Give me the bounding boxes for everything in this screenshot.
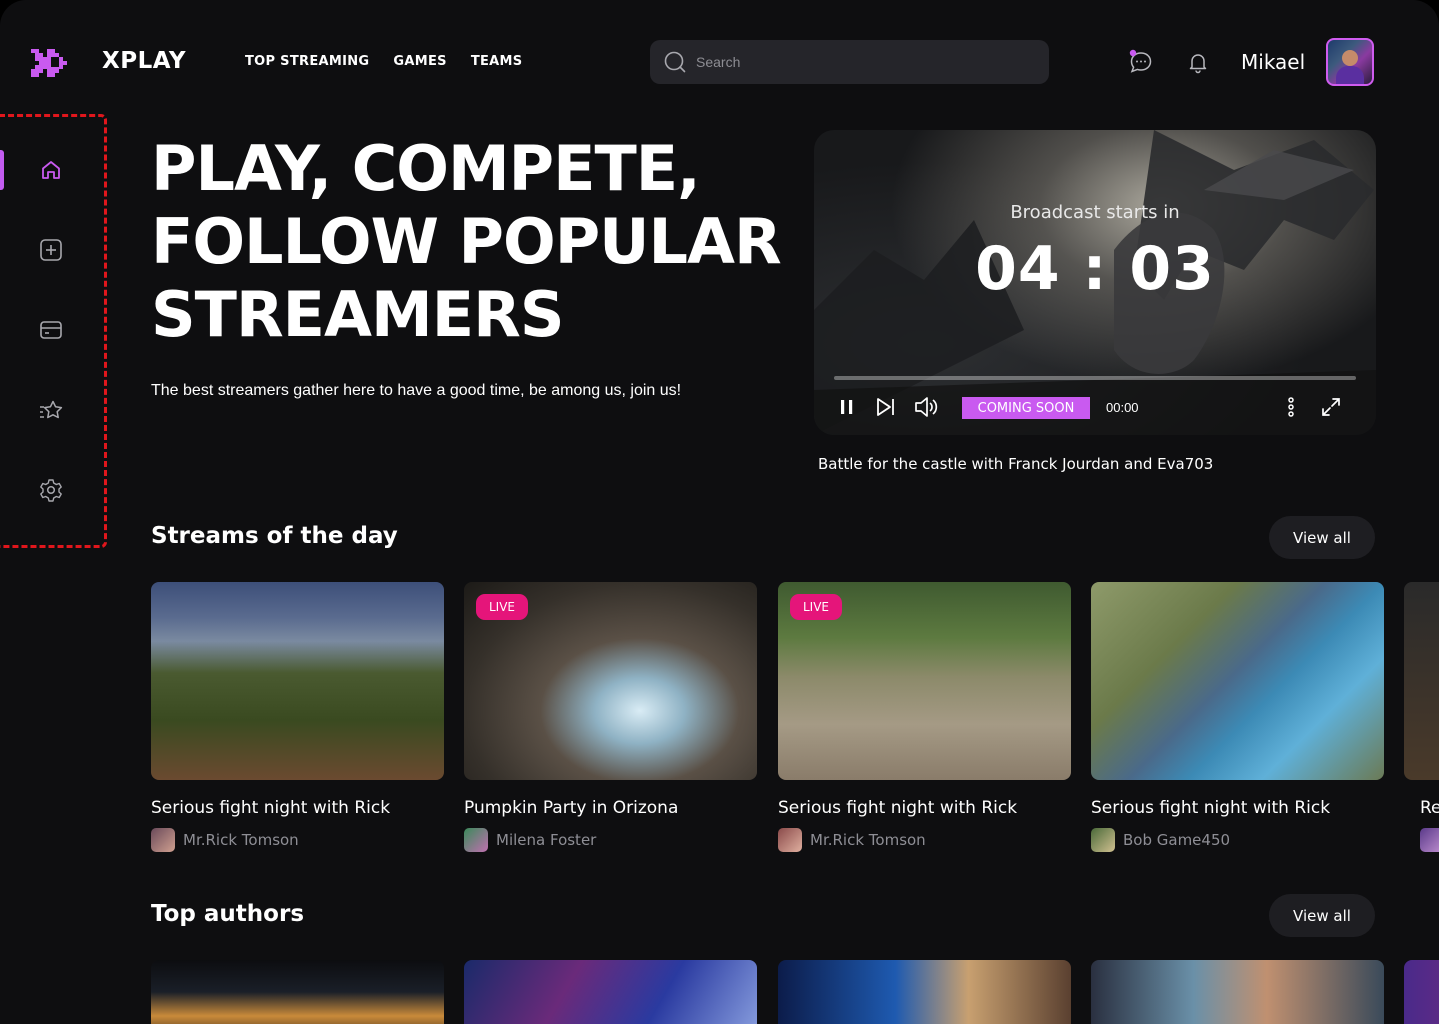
skip-next-icon (877, 398, 894, 416)
stream-author[interactable]: Mr.Rick Tomson (778, 828, 1071, 852)
stream-card[interactable]: LIVE Pumpkin Party in Orizona Milena Fos… (464, 582, 757, 852)
streams-section-title: Streams of the day (151, 523, 398, 549)
author-card[interactable] (464, 960, 757, 1024)
nav-games[interactable]: GAMES (393, 54, 446, 69)
stream-author[interactable]: Mr.Rick Tomson (151, 828, 444, 852)
brand-name[interactable]: XPLAY (102, 48, 186, 74)
author-name: Mr.Rick Tomson (183, 831, 299, 849)
stream-thumbnail[interactable]: LIVE (778, 582, 1071, 780)
sidebar-item-favorites[interactable] (34, 393, 68, 427)
author-avatar (778, 828, 802, 852)
xplay-logo-icon[interactable] (31, 45, 71, 79)
nav-teams[interactable]: TEAMS (471, 54, 523, 69)
volume-button[interactable] (914, 394, 940, 420)
author-name: Bob Game450 (1123, 831, 1231, 849)
notifications-button[interactable] (1184, 48, 1212, 76)
hero-subtitle: The best streamers gather here to have a… (151, 382, 682, 399)
more-options-button[interactable] (1280, 394, 1302, 420)
card-icon (40, 321, 62, 339)
stream-thumbnail[interactable] (151, 582, 444, 780)
user-avatar[interactable] (1326, 38, 1374, 86)
progress-bar[interactable] (834, 376, 1356, 380)
stream-card[interactable]: LIVE Serious fight night with Rick Mr.Ri… (778, 582, 1071, 852)
hero-title: PLAY, COMPETE, FOLLOW POPULAR STREAMERS (151, 132, 782, 351)
player-caption[interactable]: Battle for the castle with Franck Jourda… (818, 455, 1213, 473)
broadcast-label: Broadcast starts in (1010, 202, 1180, 223)
user-name[interactable]: Mikael (1241, 50, 1305, 74)
author-avatar (151, 828, 175, 852)
stream-title[interactable]: Serious fight night with Rick (151, 798, 444, 818)
search-input[interactable] (696, 54, 1016, 70)
author-avatar (1091, 828, 1115, 852)
streams-view-all-button[interactable]: View all (1269, 516, 1375, 559)
volume-icon (915, 397, 938, 417)
chat-icon (1129, 49, 1152, 73)
author-avatar (1420, 828, 1439, 852)
author-name: Mr.Rick Tomson (810, 831, 926, 849)
stream-card[interactable]: Serious fight night with Rick Mr.Rick To… (151, 582, 444, 852)
next-button[interactable] (874, 394, 898, 420)
nav-top-streaming[interactable]: TOP STREAMING (245, 54, 369, 69)
sidebar-item-settings[interactable] (34, 473, 68, 507)
author-card[interactable] (1404, 960, 1439, 1024)
video-player[interactable]: Broadcast starts in 04 : 03 COMING SOON … (814, 130, 1376, 435)
author-avatar (464, 828, 488, 852)
messages-button[interactable] (1127, 48, 1155, 76)
more-vertical-icon (1288, 397, 1294, 417)
add-icon (40, 239, 62, 261)
countdown-timer: 04 : 03 (975, 234, 1215, 304)
top-navigation: TOP STREAMING GAMES TEAMS (245, 54, 522, 69)
status-badge: COMING SOON (962, 397, 1090, 419)
stream-thumbnail[interactable]: LIVE (464, 582, 757, 780)
time-display: 00:00 (1106, 400, 1139, 415)
stream-author[interactable] (1420, 828, 1439, 852)
authors-section-title: Top authors (151, 901, 305, 927)
author-card[interactable] (778, 960, 1071, 1024)
expand-icon (1322, 398, 1340, 416)
settings-icon (40, 479, 62, 502)
stream-title[interactable]: Serious fight night with Rick (1091, 798, 1384, 818)
stream-author[interactable]: Bob Game450 (1091, 828, 1384, 852)
stream-title[interactable]: Pumpkin Party in Orizona (464, 798, 757, 818)
stream-thumbnail[interactable] (1091, 582, 1384, 780)
pause-icon (841, 400, 853, 414)
home-icon (42, 161, 60, 179)
stream-thumbnail[interactable] (1404, 582, 1439, 780)
stream-card[interactable]: Serious fight night with Rick Bob Game45… (1091, 582, 1384, 852)
search-icon (664, 51, 686, 73)
author-name: Milena Foster (496, 831, 597, 849)
search-bar (650, 40, 1049, 84)
stream-card[interactable]: Re (1404, 582, 1439, 852)
bell-icon (1189, 54, 1207, 74)
pause-button[interactable] (836, 394, 858, 420)
sidebar-item-home[interactable] (34, 153, 68, 187)
favorites-icon (40, 400, 63, 419)
authors-view-all-button[interactable]: View all (1269, 894, 1375, 937)
sidebar-item-wallet[interactable] (34, 313, 68, 347)
stream-title[interactable]: Re (1420, 798, 1439, 818)
live-badge: LIVE (476, 594, 529, 620)
fullscreen-button[interactable] (1318, 394, 1344, 420)
stream-author[interactable]: Milena Foster (464, 828, 757, 852)
sidebar-item-add[interactable] (34, 233, 68, 267)
live-badge: LIVE (790, 594, 843, 620)
sidebar-active-indicator (0, 150, 4, 190)
stream-title[interactable]: Serious fight night with Rick (778, 798, 1071, 818)
app-window: XPLAY TOP STREAMING GAMES TEAMS Mikael (0, 0, 1439, 1024)
author-card[interactable] (1091, 960, 1384, 1024)
author-card[interactable] (151, 960, 444, 1024)
